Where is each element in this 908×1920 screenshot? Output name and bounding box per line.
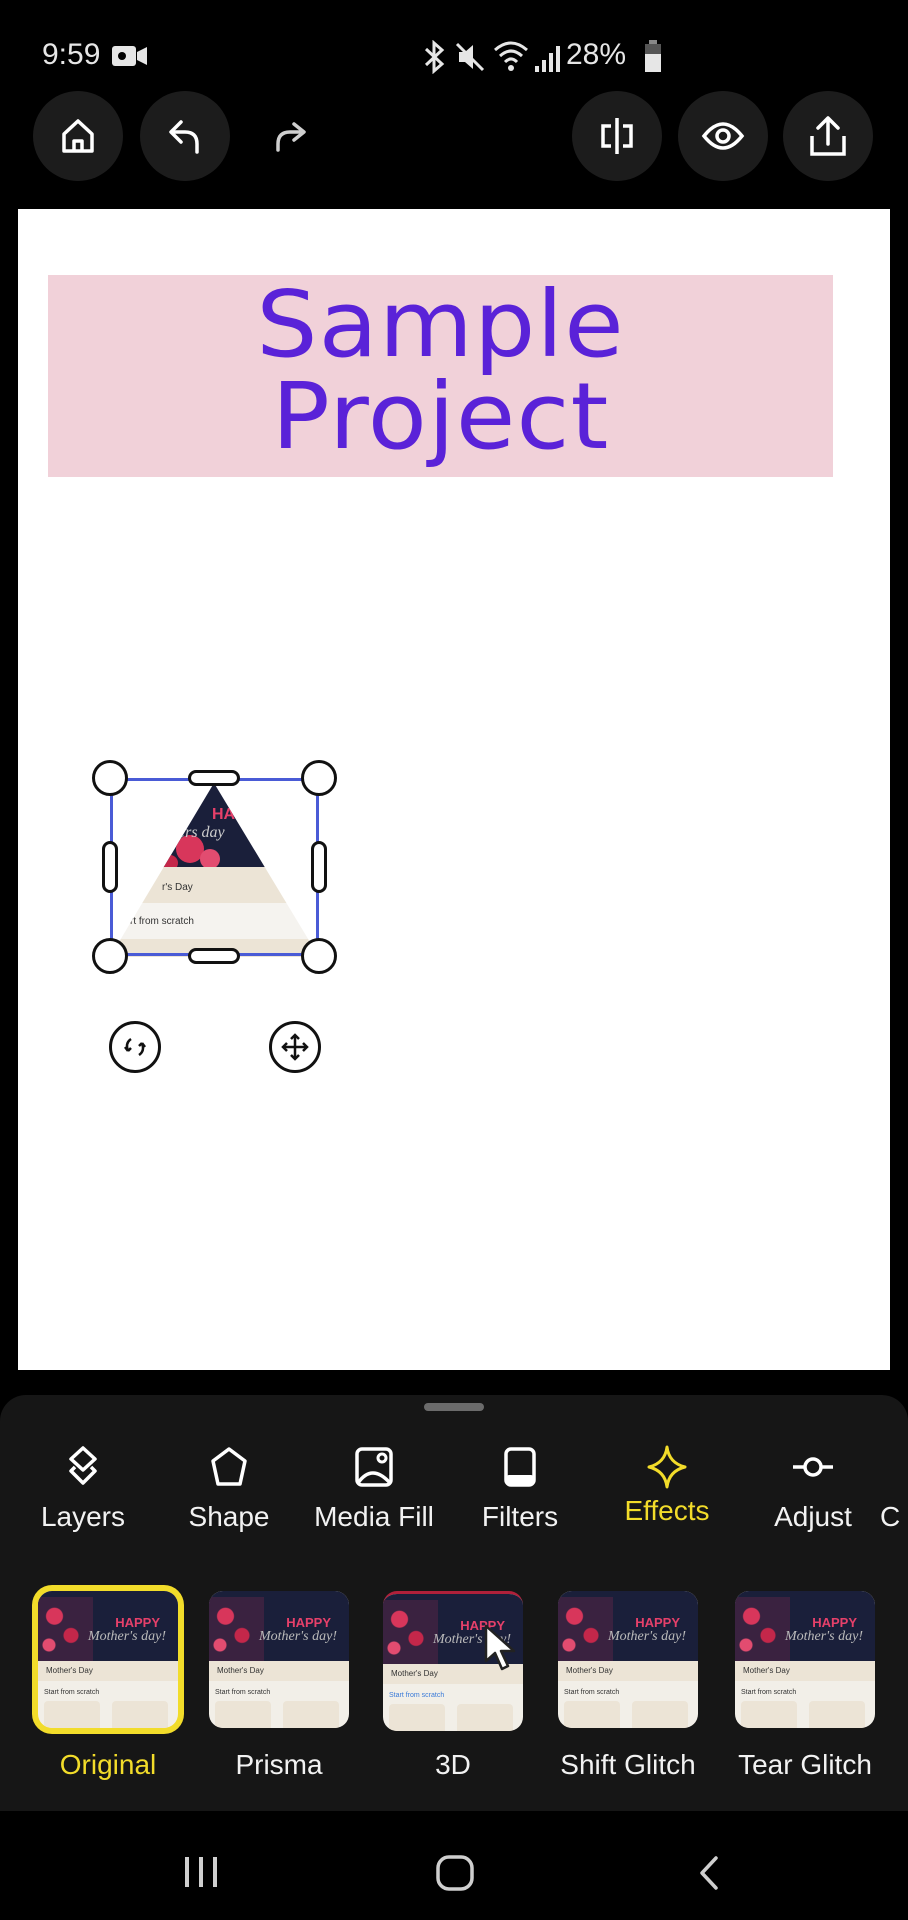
home-icon (62, 119, 94, 153)
bluetooth-icon (424, 40, 445, 74)
resize-handle-bottom-right[interactable] (301, 938, 337, 974)
undo-button[interactable] (140, 91, 230, 181)
effect-thumb-prisma[interactable]: HAPPY Mother's day! Mother's Day Start f… (209, 1591, 349, 1728)
effect-thumb-original[interactable]: HAPPY Mother's day! Mother's Day Start f… (38, 1591, 178, 1728)
thumb-happy-text: HAPPY (812, 1615, 857, 1630)
redo-button[interactable] (245, 91, 335, 181)
signal-icon (535, 46, 560, 72)
rotate-icon (124, 1037, 146, 1057)
share-icon (810, 116, 846, 156)
title-line-2: Project (271, 363, 610, 470)
thumb-band-text: Mother's Day (735, 1661, 875, 1681)
rotate-button[interactable] (109, 1021, 161, 1073)
split-button[interactable] (572, 91, 662, 181)
tool-shape[interactable]: Shape (154, 1445, 304, 1533)
tool-layers[interactable]: Layers (8, 1445, 158, 1533)
tool-label: C (880, 1501, 901, 1532)
battery-percent: 28% (566, 38, 627, 71)
tool-label: Adjust (774, 1501, 852, 1532)
share-button[interactable] (783, 91, 873, 181)
thumb-scratch-text: Start from scratch (44, 1689, 100, 1696)
filters-icon (504, 1447, 536, 1487)
split-icon (601, 118, 633, 154)
battery-icon (645, 40, 661, 72)
home-nav-icon[interactable] (435, 1855, 475, 1891)
effect-thumb-tear-glitch[interactable]: HAPPY Mother's day! Mother's Day Start f… (735, 1591, 875, 1728)
undo-icon (169, 120, 199, 154)
effect-label: Prisma (235, 1749, 323, 1780)
status-bar: 9:59 28% (0, 0, 908, 100)
tool-effects[interactable]: Effects (592, 1445, 742, 1527)
resize-handle-right[interactable] (311, 841, 327, 893)
bottom-panel: Layers Shape Media Fill Filters Effects … (0, 1395, 908, 1811)
thumb-happy-text: HAPPY (635, 1615, 680, 1630)
thumb-mothers-text: Mother's day! (784, 1629, 863, 1644)
pentagon-icon (211, 1447, 247, 1486)
resize-handle-top[interactable] (188, 770, 240, 786)
thumb-mothers-text: Mother's day! (87, 1629, 166, 1644)
preview-button[interactable] (678, 91, 768, 181)
effect-thumb-shift-glitch[interactable]: HAPPY Mother's day! Mother's Day Start f… (558, 1591, 698, 1728)
selection-box (110, 778, 319, 956)
effect-label: Original (59, 1749, 157, 1780)
effect-label: Tear Glitch (738, 1749, 872, 1780)
resize-handle-bottom-left[interactable] (92, 938, 128, 974)
thumb-scratch-text: Start from scratch (215, 1689, 271, 1696)
effect-label: 3D (435, 1749, 471, 1780)
redo-icon (276, 122, 306, 152)
tool-label: Media Fill (314, 1501, 434, 1532)
thumb-happy-text: HAPPY (115, 1615, 160, 1630)
effect-label: Shift Glitch (560, 1749, 696, 1780)
thumb-scratch-text: Start from scratch (741, 1689, 797, 1696)
thumb-band-text: Mother's Day (38, 1661, 178, 1681)
back-icon[interactable] (696, 1855, 722, 1891)
resize-handle-top-right[interactable] (301, 760, 337, 796)
resize-handle-top-left[interactable] (92, 760, 128, 796)
thumb-band-text: Mother's Day (209, 1661, 349, 1681)
eye-icon (701, 122, 745, 150)
wifi-icon (494, 41, 528, 71)
sparkle-icon (647, 1445, 687, 1489)
mute-icon (455, 42, 485, 72)
tool-filters[interactable]: Filters (445, 1445, 595, 1533)
system-nav-bar (0, 1811, 908, 1920)
thumb-scratch-text: Start from scratch (389, 1692, 445, 1699)
status-time: 9:59 (42, 38, 101, 71)
video-record-icon (112, 46, 147, 66)
thumb-scratch-text: Start from scratch (564, 1689, 620, 1696)
tool-media-fill[interactable]: Media Fill (299, 1445, 449, 1533)
tool-label: Layers (40, 1501, 126, 1532)
mouse-pointer-icon (484, 1624, 516, 1671)
thumb-mothers-text: Mother's day! (607, 1629, 686, 1644)
design-canvas[interactable]: Sample Project HAPPY ers day r's Day rt … (18, 209, 890, 1370)
home-button[interactable] (33, 91, 123, 181)
tool-partial[interactable]: C (880, 1445, 908, 1533)
tool-label: Shape (188, 1501, 270, 1532)
move-icon (281, 1033, 309, 1061)
panel-drag-handle[interactable] (424, 1403, 484, 1411)
thumb-happy-text: HAPPY (286, 1615, 331, 1630)
tool-adjust[interactable]: Adjust (738, 1445, 888, 1533)
adjust-icon (793, 1457, 833, 1477)
title-line-1: Sample (256, 271, 625, 378)
thumb-mothers-text: Mother's day! (258, 1629, 337, 1644)
tool-label: Effects (624, 1495, 710, 1526)
move-button[interactable] (269, 1021, 321, 1073)
recents-icon[interactable] (182, 1855, 220, 1889)
tool-label: Filters (481, 1501, 559, 1532)
thumb-band-text: Mother's Day (558, 1661, 698, 1681)
project-title: Sample Project (28, 279, 852, 463)
title-banner[interactable]: Sample Project (48, 275, 833, 477)
media-fill-icon (355, 1447, 393, 1487)
layers-icon (69, 1446, 97, 1485)
resize-handle-bottom[interactable] (188, 948, 240, 964)
resize-handle-left[interactable] (102, 841, 118, 893)
